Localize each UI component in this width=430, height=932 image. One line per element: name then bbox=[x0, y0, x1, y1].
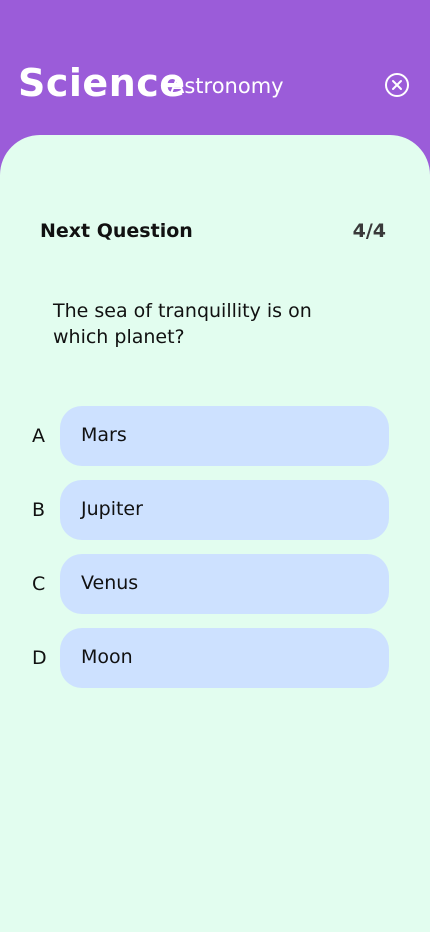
subcategory-title: Astronomy bbox=[170, 74, 284, 98]
option-letter-b: B bbox=[32, 499, 46, 521]
option-label-b: Jupiter bbox=[81, 498, 143, 520]
question-counter: 4/4 bbox=[352, 220, 386, 242]
next-question-label: Next Question bbox=[40, 220, 193, 242]
option-label-d: Moon bbox=[81, 646, 133, 668]
option-row-c: C Venus bbox=[0, 554, 430, 614]
close-circle-icon bbox=[385, 73, 409, 97]
option-button-b[interactable]: Jupiter bbox=[60, 480, 389, 540]
option-button-d[interactable]: Moon bbox=[60, 628, 389, 688]
option-button-c[interactable]: Venus bbox=[60, 554, 389, 614]
category-title: Science bbox=[18, 61, 186, 105]
option-letter-a: A bbox=[32, 425, 45, 447]
close-button[interactable] bbox=[384, 72, 410, 98]
option-button-a[interactable]: Mars bbox=[60, 406, 389, 466]
option-letter-c: C bbox=[32, 573, 46, 595]
question-text: The sea of tranquillity is on which plan… bbox=[53, 300, 312, 348]
option-label-a: Mars bbox=[81, 424, 127, 446]
option-label-c: Venus bbox=[81, 572, 139, 594]
option-row-a: A Mars bbox=[0, 406, 430, 466]
option-row-b: B Jupiter bbox=[0, 480, 430, 540]
option-letter-d: D bbox=[32, 647, 47, 669]
option-row-d: D Moon bbox=[0, 628, 430, 688]
